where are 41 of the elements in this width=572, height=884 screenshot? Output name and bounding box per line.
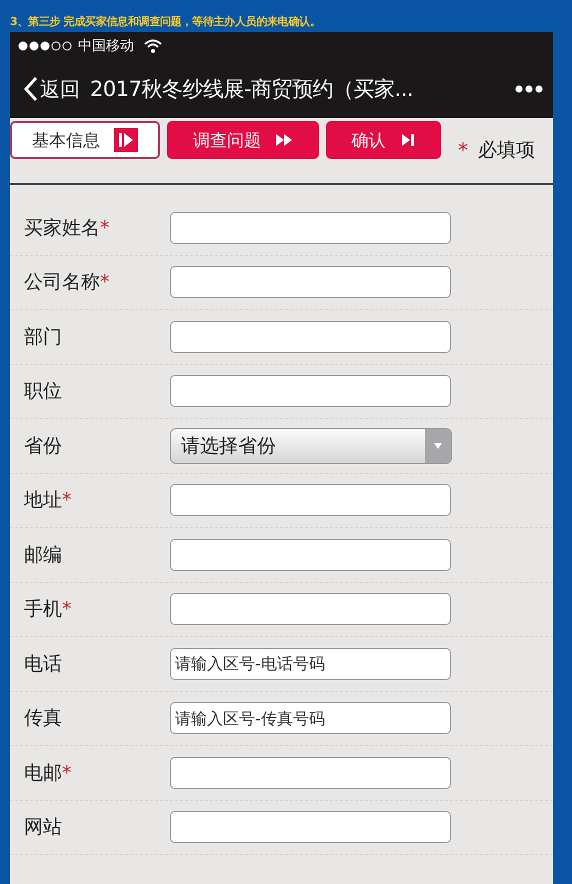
province-select[interactable]: 请选择省份 bbox=[170, 428, 452, 464]
step-tab[interactable]: 确认 bbox=[326, 121, 441, 159]
play-icon bbox=[114, 128, 138, 152]
field-label: 职位 bbox=[24, 379, 63, 404]
input-field[interactable] bbox=[170, 320, 451, 353]
field-label: 电话 bbox=[24, 652, 63, 677]
input-field[interactable] bbox=[170, 266, 451, 298]
field-label: 地址* bbox=[24, 488, 72, 514]
instruction-caption: 3、第三步 完成买家信息和调查问题，等待主办人员的来电确认。 bbox=[9, 14, 322, 30]
wifi-icon bbox=[144, 39, 162, 53]
field-label: 部门 bbox=[24, 324, 63, 350]
input-field[interactable] bbox=[170, 375, 451, 408]
input-field[interactable] bbox=[170, 538, 451, 571]
input-field[interactable] bbox=[170, 484, 451, 516]
input-field[interactable] bbox=[170, 811, 451, 844]
field-label: 电邮* bbox=[24, 760, 72, 786]
field-label: 传真 bbox=[24, 706, 63, 732]
field-label: 省份 bbox=[24, 434, 63, 459]
step-tab[interactable]: 调查问题 bbox=[167, 121, 319, 159]
more-icon[interactable] bbox=[515, 85, 543, 93]
input-field[interactable]: 请输入区号-传真号码 bbox=[170, 702, 451, 734]
input-field[interactable] bbox=[170, 212, 451, 244]
back-button[interactable]: 返回 bbox=[24, 76, 80, 102]
required-asterisk: * bbox=[458, 138, 468, 162]
caret-icon bbox=[425, 428, 451, 463]
fast-forward-icon bbox=[275, 133, 293, 147]
field-label: 公司名称* bbox=[24, 270, 110, 296]
input-field[interactable] bbox=[170, 593, 451, 626]
page-title: 2017秋冬纱线展-商贸预约（买家... bbox=[90, 76, 414, 103]
carrier-name: 中国移动 bbox=[78, 37, 134, 55]
input-field[interactable]: 请输入区号-电话号码 bbox=[170, 648, 451, 680]
input-field[interactable] bbox=[170, 756, 451, 789]
field-label: 网站 bbox=[24, 815, 63, 840]
field-label: 邮编 bbox=[24, 542, 63, 568]
field-label: 买家姓名* bbox=[24, 216, 110, 241]
skip-end-icon bbox=[400, 133, 416, 147]
signal-icon bbox=[18, 41, 74, 51]
field-label: 手机* bbox=[24, 597, 72, 622]
step-tab[interactable]: 基本信息 bbox=[10, 121, 160, 159]
required-note: 必填项 bbox=[478, 138, 535, 163]
chevron-left-icon bbox=[24, 76, 38, 102]
